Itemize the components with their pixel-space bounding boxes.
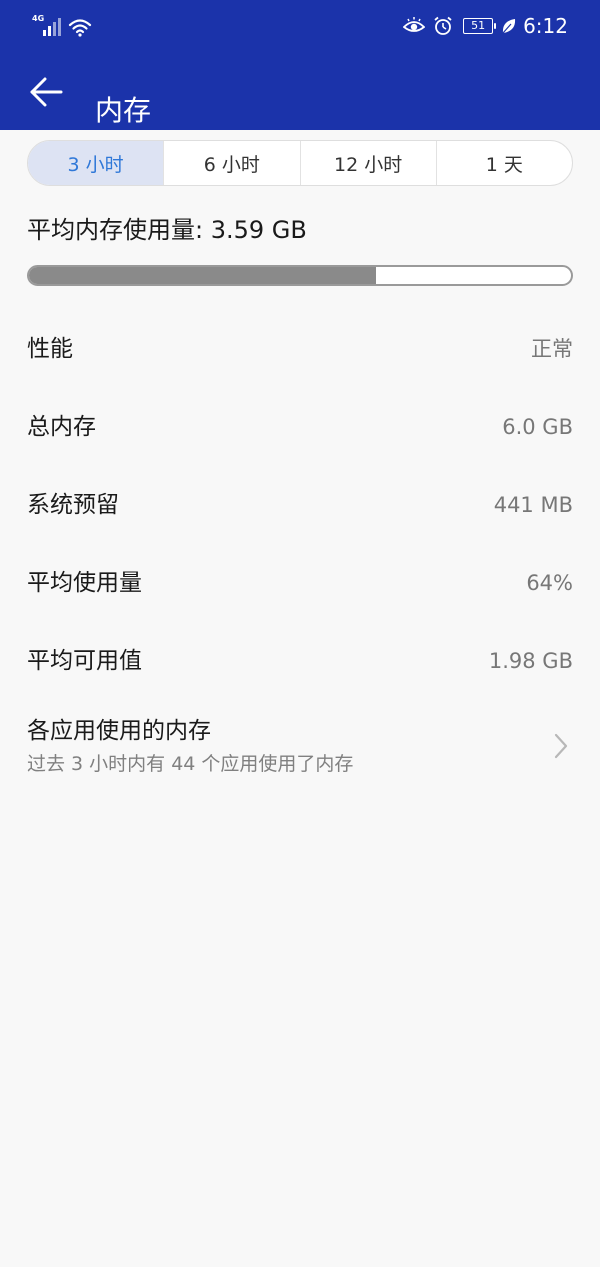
time-range-tabs: 3 小时 6 小时 12 小时 1 天: [27, 140, 573, 186]
chevron-right-icon: [554, 733, 568, 759]
average-usage-label: 平均使用量: [27, 570, 142, 596]
performance-label: 性能: [27, 336, 73, 362]
tab-12-hours[interactable]: 12 小时: [299, 141, 436, 185]
battery-icon: 51: [463, 18, 497, 34]
back-button[interactable]: [24, 70, 68, 114]
system-reserved-row: 系统预留 441 MB: [27, 485, 573, 525]
tab-6-hours[interactable]: 6 小时: [163, 141, 299, 185]
average-available-label: 平均可用值: [27, 648, 142, 674]
total-memory-value: 6.0 GB: [502, 415, 573, 439]
page-title: 内存: [95, 93, 152, 127]
memory-usage-bar: [27, 265, 573, 286]
eye-comfort-icon: [403, 17, 426, 32]
average-memory-usage: 平均内存使用量: 3.59 GB: [27, 216, 307, 244]
battery-level: 51: [471, 19, 486, 32]
cellular-signal: 4G: [32, 14, 66, 38]
wifi-icon: [68, 19, 92, 37]
system-reserved-label: 系统预留: [27, 492, 119, 518]
app-memory-title: 各应用使用的内存: [27, 718, 211, 744]
average-available-row: 平均可用值 1.98 GB: [27, 641, 573, 681]
total-memory-label: 总内存: [27, 414, 96, 440]
app-memory-subtitle: 过去 3 小时内有 44 个应用使用了内存: [27, 753, 354, 775]
back-arrow-icon: [30, 77, 63, 107]
status-right: 51 6:12: [395, 12, 568, 40]
tab-3-hours[interactable]: 3 小时: [28, 141, 164, 185]
average-usage-row: 平均使用量 64%: [27, 563, 573, 603]
signal-icon: [43, 18, 61, 36]
performance-row: 性能 正常: [27, 329, 573, 369]
average-available-value: 1.98 GB: [488, 649, 573, 673]
tab-1-day[interactable]: 1 天: [435, 141, 572, 185]
clock-time: 6:12: [523, 14, 568, 38]
alarm-icon: [434, 16, 452, 35]
power-saving-leaf-icon: [502, 19, 516, 34]
status-bar: 4G 51 6:12: [0, 0, 600, 52]
performance-value: 正常: [531, 337, 573, 361]
system-reserved-value: 441 MB: [493, 493, 573, 517]
average-usage-value: 64%: [526, 571, 573, 595]
total-memory-row: 总内存 6.0 GB: [27, 407, 573, 447]
memory-usage-bar-fill: [29, 267, 376, 284]
app-memory-usage-row[interactable]: 各应用使用的内存 过去 3 小时内有 44 个应用使用了内存: [27, 712, 573, 782]
app-bar: 内存: [0, 52, 600, 130]
status-left: 4G: [32, 12, 92, 38]
